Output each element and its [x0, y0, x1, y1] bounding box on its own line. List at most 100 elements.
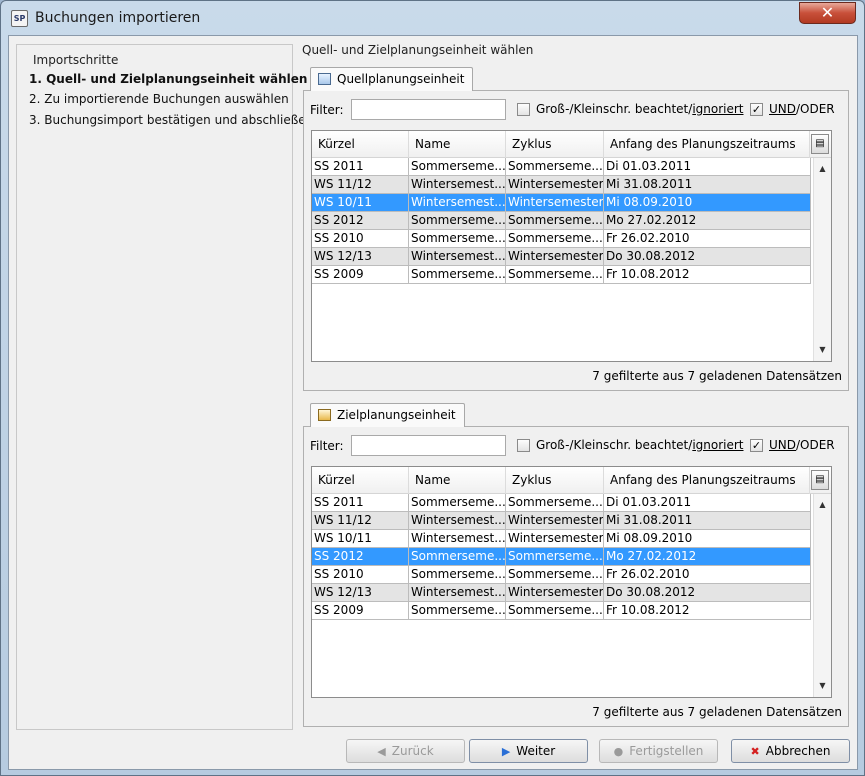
table-cell: Fr 26.02.2010 — [604, 566, 811, 584]
target-table-header: Kürzel Name Zyklus Anfang des Planungsze… — [312, 467, 831, 494]
column-chooser-icon[interactable]: ▤ — [811, 134, 829, 154]
target-andor-checkbox[interactable]: ✓ — [750, 439, 763, 452]
table-cell: Wintersemest... — [409, 530, 506, 548]
title-bar[interactable]: SP Buchungen importieren ✕ — [1, 1, 864, 35]
table-row[interactable]: SS 2010 Sommerseme... Sommerseme... Fr 26.0… — [312, 230, 811, 248]
target-filter-label: Filter: — [310, 439, 344, 453]
target-case-checkbox[interactable] — [517, 439, 530, 452]
table-cell: Di 01.03.2011 — [604, 494, 811, 512]
target-unit-icon — [318, 409, 331, 421]
table-cell: Sommerseme... — [506, 602, 604, 620]
next-button[interactable]: ▶ Weiter — [469, 739, 588, 763]
col-name[interactable]: Name — [409, 467, 506, 494]
tab-target-unit[interactable]: Zielplanungseinheit — [310, 403, 465, 427]
cancel-button[interactable]: ✖ Abbrechen — [731, 739, 850, 763]
step-3: 3. Buchungsimport bestätigen und abschli… — [29, 113, 314, 127]
table-cell: Wintersemest... — [409, 194, 506, 212]
table-cell: WS 12/13 — [312, 248, 409, 266]
table-cell: Sommerseme... — [506, 266, 604, 284]
scroll-up-icon[interactable]: ▲ — [814, 498, 831, 512]
table-row[interactable]: WS 10/11 Wintersemest... Wintersemester Mi … — [312, 194, 811, 212]
column-chooser-icon[interactable]: ▤ — [811, 470, 829, 490]
scroll-down-icon[interactable]: ▼ — [814, 343, 831, 357]
table-row[interactable]: SS 2012 Sommerseme... Sommerseme... Mo 27.0… — [312, 212, 811, 230]
close-button[interactable]: ✕ — [799, 2, 856, 24]
col-zyklus[interactable]: Zyklus — [506, 131, 604, 158]
table-cell: WS 12/13 — [312, 584, 409, 602]
table-cell: Sommerseme... — [409, 158, 506, 176]
table-cell: Mi 08.09.2010 — [604, 194, 811, 212]
col-zyklus[interactable]: Zyklus — [506, 467, 604, 494]
table-icon — [318, 73, 331, 85]
table-cell: Wintersemester — [506, 194, 604, 212]
table-cell: Wintersemest... — [409, 512, 506, 530]
source-case-checkbox[interactable] — [517, 103, 530, 116]
window-title: Buchungen importieren — [35, 10, 201, 26]
scroll-down-icon[interactable]: ▼ — [814, 679, 831, 693]
table-row[interactable]: WS 10/11 Wintersemest... Wintersemester Mi … — [312, 530, 811, 548]
table-row[interactable]: SS 2011 Sommerseme... Sommerseme... Di 01.0… — [312, 158, 811, 176]
table-cell: Sommerseme... — [409, 566, 506, 584]
source-table-header: Kürzel Name Zyklus Anfang des Planungsze… — [312, 131, 831, 158]
target-case-label[interactable]: Groß-/Kleinschr. beachtet/ignoriert — [536, 438, 744, 452]
target-scrollbar[interactable]: ▲ ▼ — [813, 494, 831, 697]
step-2: 2. Zu importierende Buchungen auswählen — [29, 92, 289, 106]
table-row[interactable]: SS 2009 Sommerseme... Sommerseme... Fr 10.0… — [312, 266, 811, 284]
col-anfang[interactable]: Anfang des Planungszeitraums — [604, 467, 810, 494]
col-kuerzel[interactable]: Kürzel — [312, 467, 409, 494]
source-case-label[interactable]: Groß-/Kleinschr. beachtet/ignoriert — [536, 102, 744, 116]
col-anfang[interactable]: Anfang des Planungszeitraums — [604, 131, 810, 158]
table-row[interactable]: WS 11/12 Wintersemest... Wintersemester Mi … — [312, 512, 811, 530]
table-cell: Sommerseme... — [409, 602, 506, 620]
source-andor-checkbox[interactable]: ✓ — [750, 103, 763, 116]
table-cell: WS 11/12 — [312, 512, 409, 530]
table-cell: Wintersemester — [506, 248, 604, 266]
table-cell: WS 10/11 — [312, 194, 409, 212]
table-row[interactable]: SS 2011 Sommerseme... Sommerseme... Di 01.0… — [312, 494, 811, 512]
source-scrollbar[interactable]: ▲ ▼ — [813, 158, 831, 361]
table-cell: Wintersemest... — [409, 248, 506, 266]
table-cell: Wintersemest... — [409, 584, 506, 602]
table-row[interactable]: WS 12/13 Wintersemest... Wintersemester Do … — [312, 584, 811, 602]
table-cell: SS 2010 — [312, 566, 409, 584]
arrow-left-icon: ◀ — [377, 745, 386, 758]
table-cell: SS 2009 — [312, 266, 409, 284]
target-filter-input[interactable] — [351, 435, 506, 456]
col-kuerzel[interactable]: Kürzel — [312, 131, 409, 158]
table-cell: SS 2009 — [312, 602, 409, 620]
source-table: Kürzel Name Zyklus Anfang des Planungsze… — [311, 130, 832, 362]
scroll-up-icon[interactable]: ▲ — [814, 162, 831, 176]
table-cell: Sommerseme... — [409, 494, 506, 512]
table-cell: Wintersemester — [506, 176, 604, 194]
table-cell: Sommerseme... — [506, 548, 604, 566]
table-cell: WS 11/12 — [312, 176, 409, 194]
check-circle-icon: ● — [613, 745, 624, 758]
back-button[interactable]: ◀ Zurück — [346, 739, 465, 763]
tab-source-label: Quellplanungseinheit — [337, 72, 465, 86]
target-andor-label[interactable]: UND/ODER — [769, 438, 835, 452]
table-cell: Sommerseme... — [409, 266, 506, 284]
table-row[interactable]: SS 2010 Sommerseme... Sommerseme... Fr 26.0… — [312, 566, 811, 584]
finish-button[interactable]: ● Fertigstellen — [599, 739, 718, 763]
table-row[interactable]: WS 11/12 Wintersemest... Wintersemester Mi … — [312, 176, 811, 194]
table-cell: WS 10/11 — [312, 530, 409, 548]
table-row[interactable]: WS 12/13 Wintersemest... Wintersemester Do … — [312, 248, 811, 266]
step-1: 1. Quell- und Zielplanungseinheit wählen — [29, 72, 308, 86]
source-record-count: 7 gefilterte aus 7 geladenen Datensätzen — [592, 369, 842, 383]
table-cell: Sommerseme... — [409, 548, 506, 566]
tab-source-unit[interactable]: Quellplanungseinheit — [310, 67, 474, 91]
target-record-count: 7 gefilterte aus 7 geladenen Datensätzen — [592, 705, 842, 719]
cancel-icon: ✖ — [750, 745, 760, 758]
table-cell: Do 30.08.2012 — [604, 584, 811, 602]
table-cell: Fr 10.08.2012 — [604, 602, 811, 620]
col-name[interactable]: Name — [409, 131, 506, 158]
source-unit-panel: Filter: Groß-/Kleinschr. beachtet/ignori… — [303, 90, 849, 391]
table-cell: Mi 31.08.2011 — [604, 512, 811, 530]
dialog-window: SP Buchungen importieren ✕ Importschritt… — [0, 0, 865, 776]
table-row[interactable]: SS 2009 Sommerseme... Sommerseme... Fr 10.0… — [312, 602, 811, 620]
target-table: Kürzel Name Zyklus Anfang des Planungsze… — [311, 466, 832, 698]
source-filter-input[interactable] — [351, 99, 506, 120]
source-andor-label[interactable]: UND/ODER — [769, 102, 835, 116]
table-cell: SS 2011 — [312, 494, 409, 512]
table-row[interactable]: SS 2012 Sommerseme... Sommerseme... Mo 27.0… — [312, 548, 811, 566]
